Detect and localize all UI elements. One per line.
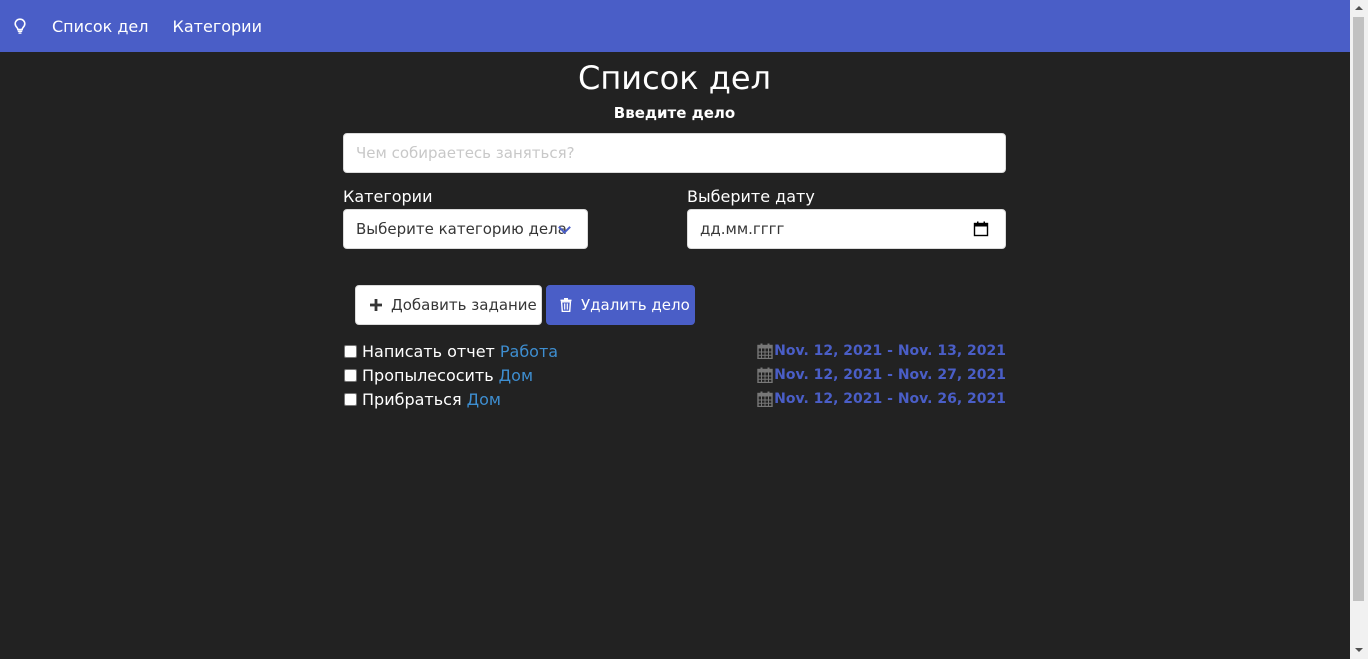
task-name: Написать отчет <box>362 341 495 361</box>
nav-link-todo-list[interactable]: Список дел <box>52 17 149 36</box>
scroll-up-arrow-icon[interactable] <box>1355 6 1363 10</box>
calendar-icon <box>757 391 773 407</box>
task-name: Пропылесосить <box>362 365 494 385</box>
calendar-picker-icon[interactable] <box>973 221 989 241</box>
task-row: Пропылесосить Дом Nov. 12, 2021 - Nov. 2… <box>343 363 1006 387</box>
task-name: Прибраться <box>362 389 462 409</box>
date-input[interactable]: дд.мм.гггг <box>687 209 1006 249</box>
date-label: Выберите дату <box>687 187 815 206</box>
task-category-link[interactable]: Дом <box>499 366 533 385</box>
task-input[interactable] <box>343 133 1006 173</box>
task-checkbox[interactable] <box>344 344 357 358</box>
trash-icon <box>560 298 572 312</box>
add-task-button[interactable]: Добавить задание <box>355 285 542 325</box>
task-dates-text: Nov. 12, 2021 - Nov. 13, 2021 <box>774 343 1006 359</box>
category-select-value: Выберите категорию дела <box>356 220 567 238</box>
scroll-thumb[interactable] <box>1353 17 1364 601</box>
task-category-link[interactable]: Дом <box>467 390 501 409</box>
task-row: Написать отчет Работа Nov. 12, 2021 - No… <box>343 339 1006 363</box>
category-select[interactable]: Выберите категорию дела <box>343 209 588 249</box>
category-label: Категории <box>343 187 433 206</box>
navbar: Список дел Категории <box>0 0 1350 52</box>
task-dates-text: Nov. 12, 2021 - Nov. 27, 2021 <box>774 367 1006 383</box>
page-title: Список дел <box>578 59 771 97</box>
scroll-down-arrow-icon[interactable] <box>1355 648 1363 652</box>
delete-task-button[interactable]: Удалить дело <box>546 285 695 325</box>
nav-link-categories[interactable]: Категории <box>173 17 262 36</box>
task-checkbox[interactable] <box>344 392 357 406</box>
task-date-range: Nov. 12, 2021 - Nov. 27, 2021 <box>757 363 1006 387</box>
calendar-icon <box>757 343 773 359</box>
vertical-scrollbar[interactable] <box>1350 0 1368 659</box>
task-row: Прибраться Дом Nov. 12, 2021 - Nov. 26, … <box>343 387 1006 411</box>
task-date-range: Nov. 12, 2021 - Nov. 26, 2021 <box>757 387 1006 411</box>
delete-task-label: Удалить дело <box>581 296 690 314</box>
task-category-link[interactable]: Работа <box>500 342 558 361</box>
task-date-range: Nov. 12, 2021 - Nov. 13, 2021 <box>757 339 1006 363</box>
form-subtitle: Введите дело <box>613 104 736 122</box>
plus-icon <box>370 299 382 311</box>
task-checkbox[interactable] <box>344 368 357 382</box>
task-list: Написать отчет Работа Nov. 12, 2021 - No… <box>343 339 1006 411</box>
add-task-label: Добавить задание <box>391 296 537 314</box>
date-input-placeholder: дд.мм.гггг <box>700 220 785 238</box>
calendar-icon <box>757 367 773 383</box>
lightbulb-icon[interactable] <box>13 17 27 35</box>
task-dates-text: Nov. 12, 2021 - Nov. 26, 2021 <box>774 391 1006 407</box>
